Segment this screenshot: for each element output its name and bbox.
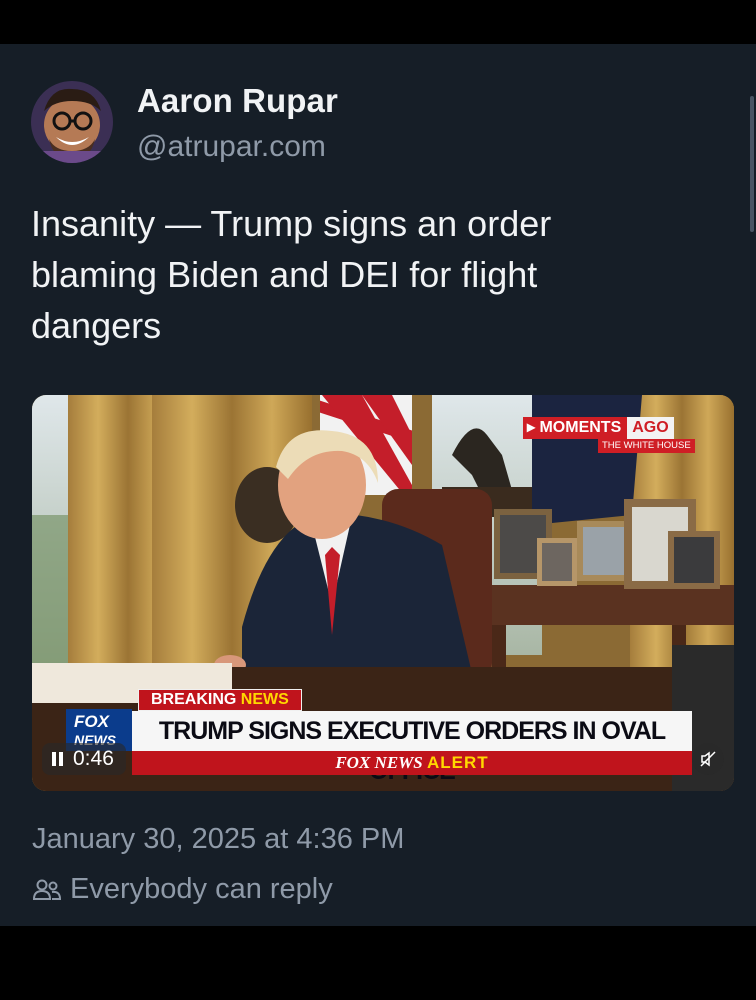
chyron-headline: TRUMP SIGNS EXECUTIVE ORDERS IN OVAL OFF… — [132, 711, 692, 785]
avatar[interactable] — [31, 81, 113, 163]
playback-control[interactable]: 0:46 — [42, 743, 126, 775]
moments-label: ▸ MOMENTS — [523, 417, 628, 439]
reply-setting-label: Everybody can reply — [70, 873, 333, 905]
post-text: Insanity — Trump signs an order blaming … — [31, 203, 552, 346]
video-player[interactable]: ▸ MOMENTS AGO THE WHITE HOUSE BREAKING N… — [32, 395, 734, 791]
author-handle[interactable]: @atrupar.com — [137, 130, 326, 164]
news-label: NEWS — [240, 691, 289, 708]
avatar-image — [31, 81, 113, 163]
source-label: THE WHITE HOUSE — [598, 439, 695, 453]
post-card: Aaron Rupar @atrupar.com Insanity — Trum… — [0, 44, 756, 926]
breaking-label: BREAKING — [151, 691, 237, 708]
chyron-alert: FOX NEWS ALERT — [132, 751, 692, 775]
alert-word: ALERT — [426, 753, 489, 772]
fox-logo-line1: FOX — [74, 712, 109, 731]
reply-setting[interactable]: Everybody can reply — [32, 873, 333, 906]
pause-icon[interactable] — [52, 752, 63, 766]
mute-button[interactable] — [692, 743, 724, 775]
video-duration: 0:46 — [73, 747, 114, 770]
alert-network: FOX NEWS — [335, 753, 423, 772]
breaking-news-tag: BREAKING NEWS — [138, 689, 302, 711]
post-timestamp[interactable]: January 30, 2025 at 4:36 PM — [32, 823, 404, 856]
ago-label: AGO — [627, 417, 674, 439]
speaker-muted-icon — [700, 751, 716, 767]
scrollbar[interactable] — [750, 96, 754, 232]
author-display-name[interactable]: Aaron Rupar — [137, 82, 338, 120]
moments-ago-badge: ▸ MOMENTS AGO — [523, 417, 674, 439]
people-icon — [32, 879, 62, 900]
